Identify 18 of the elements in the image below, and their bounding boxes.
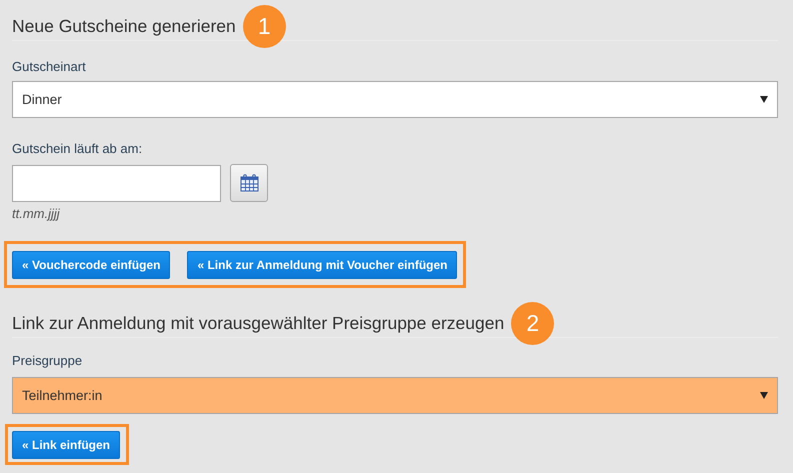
caret-icon [760,96,768,103]
step-badge: 1 [242,4,286,48]
dropdown-select[interactable]: Dinner [12,81,778,118]
insert-button[interactable]: « Vouchercode einfügen [12,251,170,279]
dropdown-select[interactable]: Teilnehmer:in [12,377,778,414]
date-input[interactable] [12,164,221,202]
field-label: Preisgruppe [12,353,84,369]
section-heading: Neue Gutscheine generieren [12,16,236,36]
insert-button[interactable]: « Link zur Anmeldung mit Voucher einfügen [187,251,458,279]
section-heading: Link zur Anmeldung mit vorausgewählter Preisgruppe erzeugen [12,312,504,334]
field-label: Gutscheinart [12,59,87,75]
format-hint: tt.mm.jjjj [12,206,61,222]
calendar-icon [240,174,258,192]
calendar-button[interactable] [230,164,268,202]
caret-icon [760,392,768,399]
field-label: Gutschein läuft ab am: [12,141,144,157]
insert-button[interactable]: « Link einfügen [12,431,120,459]
step-badge: 2 [511,302,554,344]
